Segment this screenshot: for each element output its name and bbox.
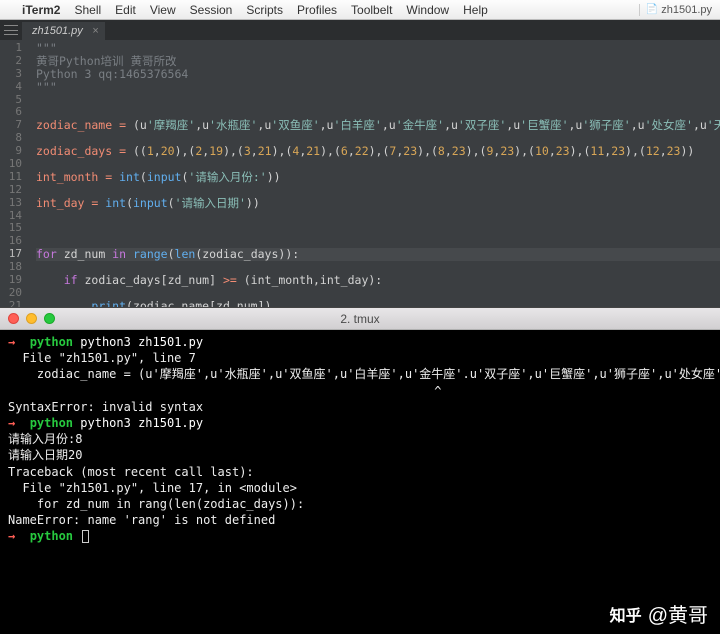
window-controls <box>8 313 55 324</box>
terminal-body[interactable]: → python python3 zh1501.py File "zh1501.… <box>0 330 720 605</box>
menu-session[interactable]: Session <box>190 3 233 17</box>
terminal-titlebar[interactable]: 2. tmux <box>0 308 720 330</box>
code-area[interactable]: """黄哥Python培训 黄哥所改Python 3 qq:1465376564… <box>28 40 720 307</box>
close-window-icon[interactable] <box>8 313 19 324</box>
app-name[interactable]: iTerm2 <box>22 3 60 17</box>
editor-tabbar: zh1501.py × <box>0 20 720 40</box>
menu-edit[interactable]: Edit <box>115 3 136 17</box>
menu-profiles[interactable]: Profiles <box>297 3 337 17</box>
minimize-window-icon[interactable] <box>26 313 37 324</box>
menubar-doc-tab[interactable]: zh1501.py <box>639 4 712 16</box>
line-gutter: 1234567891011121314151617181920212223 <box>0 40 28 307</box>
editor-pane: zh1501.py × 1234567891011121314151617181… <box>0 20 720 307</box>
editor-body[interactable]: 1234567891011121314151617181920212223 ""… <box>0 40 720 307</box>
menu-view[interactable]: View <box>150 3 176 17</box>
watermark: @黄哥 <box>610 599 708 628</box>
close-icon[interactable]: × <box>92 25 98 37</box>
menu-shell[interactable]: Shell <box>74 3 101 17</box>
menu-window[interactable]: Window <box>406 3 449 17</box>
watermark-text: @黄哥 <box>648 599 708 628</box>
terminal-pane: 2. tmux → python python3 zh1501.py File … <box>0 307 720 605</box>
editor-tab[interactable]: zh1501.py × <box>22 22 105 40</box>
menu-toolbelt[interactable]: Toolbelt <box>351 3 392 17</box>
macos-menubar: iTerm2 Shell Edit View Session Scripts P… <box>0 0 720 20</box>
menu-scripts[interactable]: Scripts <box>246 3 283 17</box>
sidebar-toggle-icon[interactable] <box>4 24 18 36</box>
zoom-window-icon[interactable] <box>44 313 55 324</box>
menu-help[interactable]: Help <box>463 3 488 17</box>
tab-label: zh1501.py <box>32 25 83 37</box>
terminal-title: 2. tmux <box>340 312 379 326</box>
